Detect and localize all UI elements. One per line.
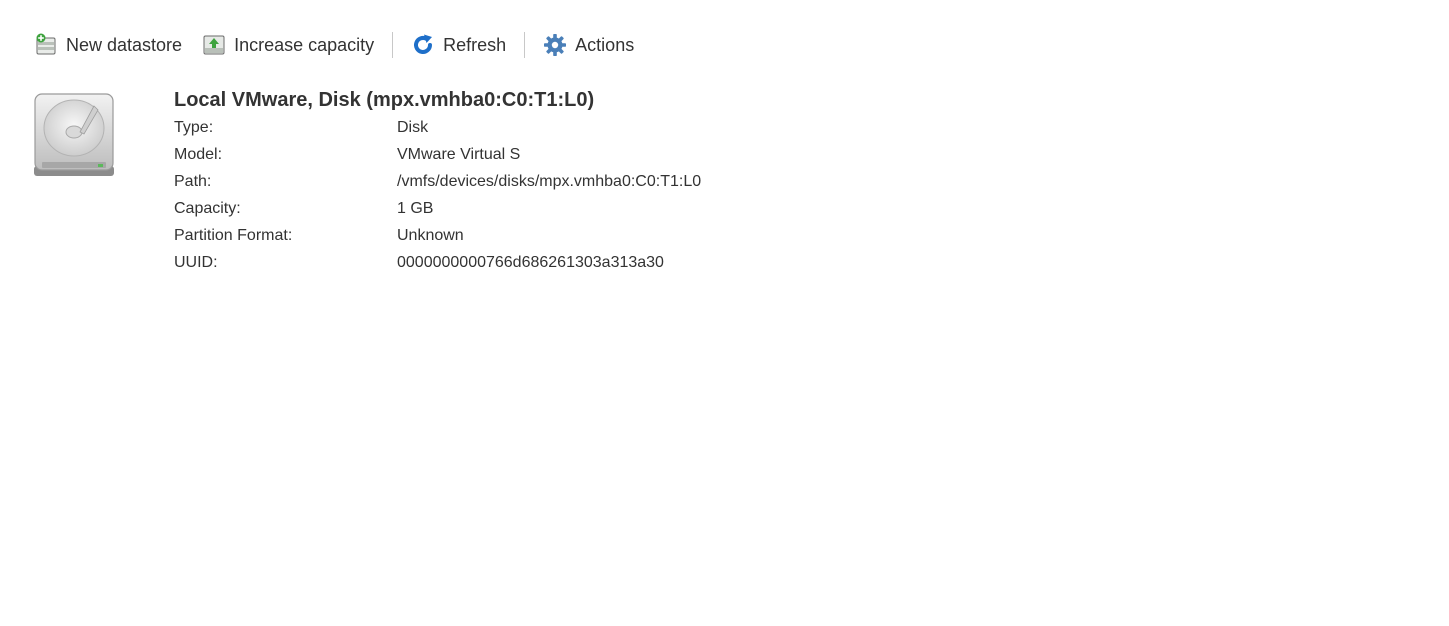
property-label: Path: bbox=[174, 173, 212, 190]
new-datastore-button[interactable]: New datastore bbox=[34, 30, 182, 60]
refresh-icon bbox=[411, 33, 435, 57]
property-row: UUID: 0000000000766d686261303a313a30 bbox=[174, 249, 701, 276]
property-label: Partition Format: bbox=[174, 227, 293, 244]
increase-capacity-icon bbox=[202, 33, 226, 57]
toolbar: New datastore Increase capacity Refresh bbox=[34, 30, 634, 60]
toolbar-separator bbox=[524, 32, 526, 58]
refresh-label: Refresh bbox=[443, 34, 507, 55]
new-datastore-label: New datastore bbox=[66, 34, 183, 55]
new-datastore-icon bbox=[34, 33, 58, 57]
property-value: VMware Virtual S bbox=[397, 146, 521, 163]
refresh-button[interactable]: Refresh bbox=[411, 30, 506, 60]
toolbar-separator bbox=[392, 32, 394, 58]
property-value: Disk bbox=[397, 119, 429, 136]
property-label: Type: bbox=[174, 119, 214, 136]
device-properties: Type: Disk Model: VMware Virtual S Path: /vmf… bbox=[174, 114, 701, 276]
property-value: 1 GB bbox=[397, 200, 434, 217]
gear-icon bbox=[543, 33, 567, 57]
hard-disk-icon bbox=[32, 92, 116, 178]
property-row: Type: Disk bbox=[174, 114, 701, 141]
property-label: Capacity: bbox=[174, 200, 241, 217]
property-label: Model: bbox=[174, 146, 223, 163]
increase-capacity-button[interactable]: Increase capacity bbox=[202, 30, 374, 60]
device-details: Local VMware, Disk (mpx.vmhba0:C0:T1:L0)… bbox=[174, 86, 701, 276]
property-row: Partition Format: Unknown bbox=[174, 222, 701, 249]
property-value: /vmfs/devices/disks/mpx.vmhba0:C0:T1:L0 bbox=[397, 173, 702, 190]
increase-capacity-label: Increase capacity bbox=[234, 34, 375, 55]
actions-button[interactable]: Actions bbox=[543, 30, 634, 60]
property-row: Capacity: 1 GB bbox=[174, 195, 701, 222]
property-value: 0000000000766d686261303a313a30 bbox=[397, 254, 664, 271]
property-row: Path: /vmfs/devices/disks/mpx.vmhba0:C0:T… bbox=[174, 168, 701, 195]
property-label: UUID: bbox=[174, 254, 218, 271]
device-title: Local VMware, Disk (mpx.vmhba0:C0:T1:L0) bbox=[174, 89, 595, 111]
actions-label: Actions bbox=[575, 34, 635, 55]
property-value: Unknown bbox=[397, 227, 464, 244]
property-row: Model: VMware Virtual S bbox=[174, 141, 701, 168]
